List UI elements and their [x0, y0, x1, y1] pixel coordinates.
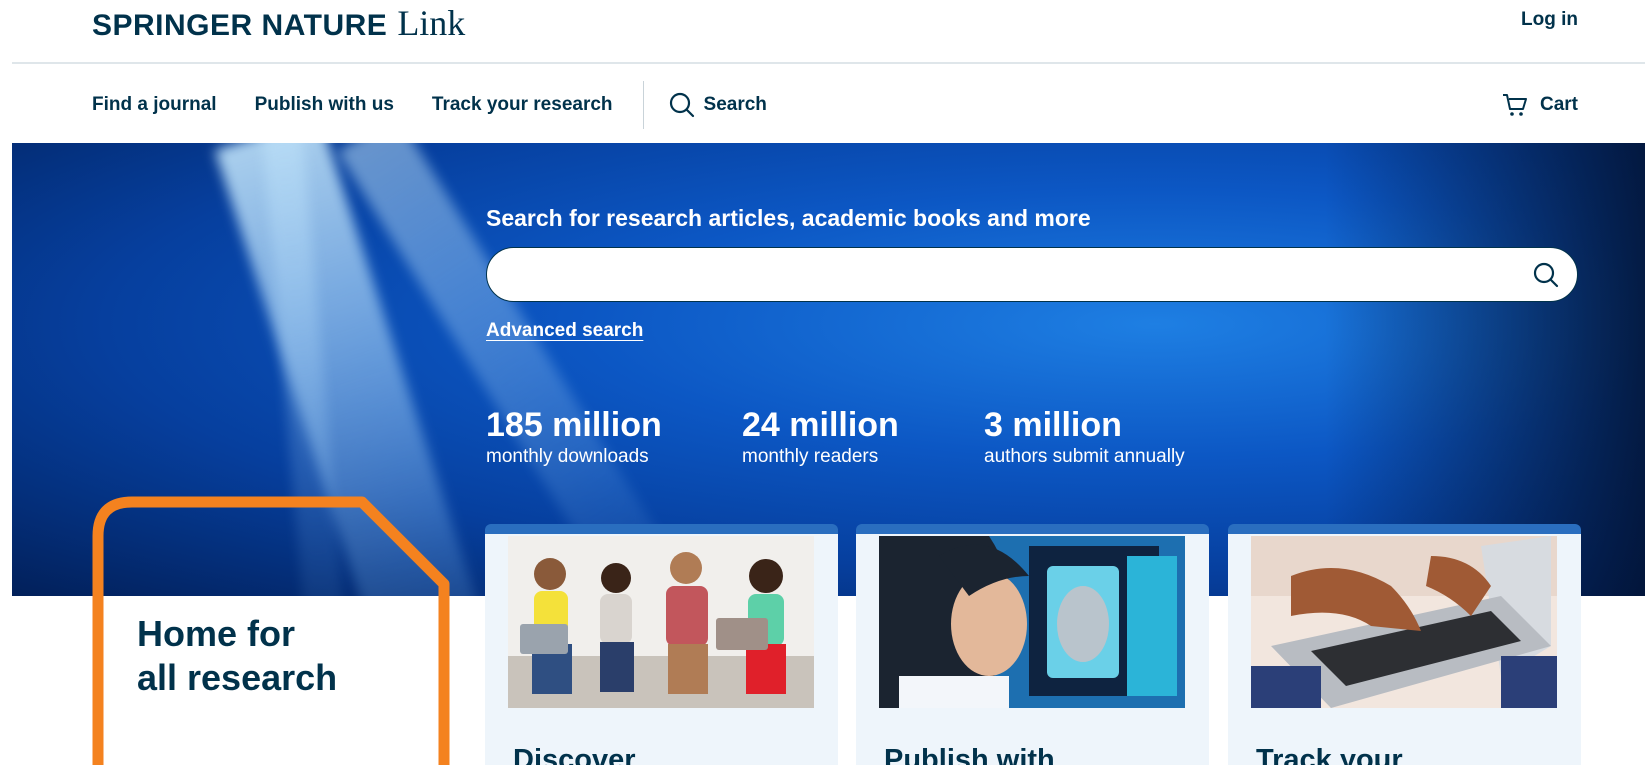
hero-search-box[interactable] [486, 247, 1578, 302]
cart-button[interactable]: Cart [1502, 92, 1578, 118]
home-tagline: Home for all research [137, 612, 337, 700]
springer-nature-link-logo[interactable]: SPRINGER NATURE Link [92, 2, 465, 44]
card-track-your[interactable]: Track your [1228, 524, 1581, 765]
hero-search-input[interactable] [507, 248, 1487, 301]
cart-icon [1502, 93, 1527, 116]
main-nav: Find a journal Publish with us Track you… [12, 66, 1645, 143]
tagline-line-2: all research [137, 657, 338, 698]
nav-search-button[interactable]: Search [669, 92, 767, 118]
advanced-search-link[interactable]: Advanced search [486, 320, 643, 342]
tagline-line-1: Home for [137, 613, 296, 654]
stat-value: 3 million [984, 406, 1122, 444]
search-icon [669, 92, 694, 117]
stat-value: 185 million [486, 406, 662, 444]
nav-publish-with-us[interactable]: Publish with us [255, 94, 394, 116]
logo-brand-text: SPRINGER NATURE [92, 9, 388, 42]
stat-label: monthly readers [742, 446, 879, 467]
researcher-with-screens-photo [879, 536, 1185, 708]
top-bar: SPRINGER NATURE Link Log in [12, 0, 1645, 64]
nav-search-label: Search [703, 93, 767, 115]
search-icon[interactable] [1533, 262, 1559, 288]
login-link[interactable]: Log in [1521, 9, 1578, 31]
card-title: Track your [1256, 744, 1403, 765]
logo-suffix-text: Link [397, 3, 466, 43]
stat-downloads: 185 million monthly downloads [486, 405, 662, 469]
nav-find-a-journal[interactable]: Find a journal [92, 94, 217, 116]
hands-typing-laptop-photo [1251, 536, 1557, 708]
stat-readers: 24 million monthly readers [742, 405, 899, 469]
card-discover[interactable]: Discover [485, 524, 838, 765]
card-title: Discover [513, 744, 636, 765]
stat-label: monthly downloads [486, 446, 649, 467]
stat-label: authors submit annually [984, 446, 1185, 467]
people-with-laptops-photo [508, 536, 814, 708]
nav-track-your-research[interactable]: Track your research [432, 94, 613, 116]
hero-heading: Search for research articles, academic b… [486, 205, 1091, 231]
cart-label: Cart [1539, 93, 1578, 115]
card-publish-with[interactable]: Publish with [856, 524, 1209, 765]
card-title: Publish with [884, 744, 1055, 765]
stat-authors: 3 million authors submit annually [984, 405, 1185, 469]
stat-value: 24 million [742, 406, 899, 444]
nav-divider [642, 80, 644, 129]
